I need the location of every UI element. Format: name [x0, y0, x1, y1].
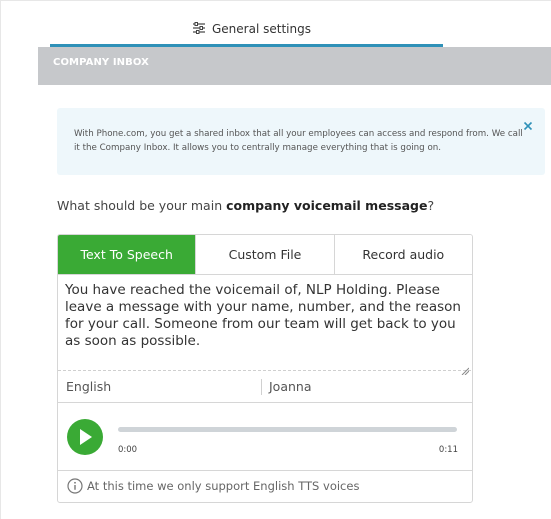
top-border: [0, 0, 551, 2]
info-icon: [67, 478, 83, 494]
voicemail-question: What should be your main company voicema…: [57, 198, 434, 213]
question-suffix: ?: [427, 198, 435, 213]
tab-label: General settings: [212, 21, 311, 36]
close-icon[interactable]: [522, 117, 534, 131]
voice-select[interactable]: Joanna: [269, 379, 312, 394]
language-select[interactable]: English: [66, 379, 111, 394]
tts-notice-text: At this time we only support English TTS…: [87, 479, 360, 493]
tab-general-settings[interactable]: General settings: [50, 12, 443, 47]
info-text: With Phone.com, you get a shared inbox t…: [74, 129, 523, 153]
info-banner: With Phone.com, you get a shared inbox t…: [57, 108, 545, 175]
source-tabs: Text To Speech Custom File Record audio: [58, 235, 472, 275]
divider: [261, 379, 262, 395]
tab-text-to-speech[interactable]: Text To Speech: [58, 235, 197, 274]
section-title: COMPANY INBOX: [53, 57, 149, 68]
duration: 0:11: [438, 445, 458, 455]
message-area: You have reached the voicemail of, NLP H…: [58, 275, 471, 376]
play-button[interactable]: [67, 419, 103, 455]
current-time: 0:00: [118, 445, 138, 455]
tts-notice: At this time we only support English TTS…: [58, 471, 472, 502]
voicemail-card: Text To Speech Custom File Record audio …: [57, 234, 473, 503]
sliders-icon: [192, 19, 206, 38]
tab-record-audio[interactable]: Record audio: [334, 235, 472, 274]
question-prefix: What should be your main: [57, 198, 227, 213]
tab-custom-file[interactable]: Custom File: [196, 235, 335, 274]
audio-progress-track[interactable]: [118, 427, 457, 432]
voicemail-message-input[interactable]: You have reached the voicemail of, NLP H…: [65, 282, 465, 366]
audio-player: 0:00 0:11: [58, 403, 472, 471]
section-header: COMPANY INBOX: [38, 47, 551, 85]
left-border: [0, 0, 1, 519]
resize-grip-icon[interactable]: [461, 360, 470, 376]
play-icon: [80, 429, 92, 445]
voice-settings: English Joanna: [58, 371, 472, 403]
question-emphasis: company voicemail message: [226, 198, 428, 213]
